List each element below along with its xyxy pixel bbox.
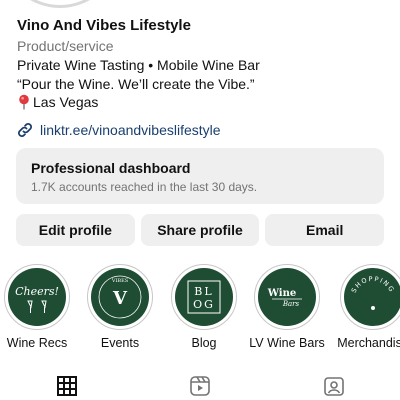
highlight-ring: VIBES V xyxy=(87,264,153,330)
tagged-icon xyxy=(324,377,344,396)
tab-reels[interactable] xyxy=(188,374,212,398)
highlight-label: LV Wine Bars xyxy=(249,336,325,350)
profile-bio: Vino And Vibes Lifestyle Product/service… xyxy=(17,16,387,112)
location-text: Las Vegas xyxy=(33,94,99,110)
dashboard-subtitle: 1.7K accounts reached in the last 30 day… xyxy=(31,180,258,194)
profile-avatar[interactable] xyxy=(0,0,120,8)
svg-text:BL: BL xyxy=(194,285,213,298)
link-icon xyxy=(18,123,32,137)
share-profile-button[interactable]: Share profile xyxy=(140,214,260,246)
profile-tab-bar xyxy=(0,372,400,400)
edit-profile-button[interactable]: Edit profile xyxy=(16,214,135,246)
link-text[interactable]: linktr.ee/vinoandvibeslifestyle xyxy=(40,121,221,139)
email-button[interactable]: Email xyxy=(265,214,385,246)
bio-tagline: “Pour the Wine. We’ll create the Vibe.” xyxy=(17,75,255,92)
grid-icon xyxy=(57,376,77,396)
highlight-label: Blog xyxy=(191,336,217,350)
dashboard-title: Professional dashboard xyxy=(31,160,191,176)
highlight-cover: Cheers! xyxy=(8,268,66,326)
svg-text:Bars: Bars xyxy=(282,300,300,308)
highlight-ring: SHOPPING xyxy=(340,264,400,330)
svg-text:SHOPPING: SHOPPING xyxy=(350,275,397,294)
professional-dashboard[interactable]: Professional dashboard 1.7K accounts rea… xyxy=(16,148,384,204)
highlight-lv-wine-bars[interactable]: Wine Bars LV Wine Bars xyxy=(247,264,327,351)
highlight-label: Events xyxy=(100,336,140,350)
vibes-logo-icon: VIBES V xyxy=(98,275,142,319)
profile-category: Product/service xyxy=(17,38,114,54)
reels-icon xyxy=(190,376,210,396)
highlight-ring: BL OG xyxy=(171,264,237,330)
bio-location: Las Vegas xyxy=(17,93,387,112)
highlight-label: Wine Recs xyxy=(6,336,68,350)
story-highlights: Cheers! Wine Recs VIBES V Events BL OG B… xyxy=(0,264,400,354)
highlight-cover: SHOPPING xyxy=(344,268,400,326)
svg-text:OG: OG xyxy=(193,298,215,311)
profile-name: Vino And Vibes Lifestyle xyxy=(17,17,191,34)
wine-bars-cover-icon: Wine Bars xyxy=(267,288,302,308)
blog-cover-icon: BL OG xyxy=(187,280,221,314)
highlight-blog[interactable]: BL OG Blog xyxy=(164,264,244,351)
highlight-events[interactable]: VIBES V Events xyxy=(80,264,160,351)
shopping-cover-icon: SHOPPING xyxy=(350,275,397,310)
highlight-ring: Wine Bars xyxy=(254,264,320,330)
highlight-wine-recs[interactable]: Cheers! Wine Recs xyxy=(0,264,77,351)
cover-ring-text: VIBES xyxy=(111,278,129,284)
profile-actions: Edit profile Share profile Email xyxy=(16,214,385,246)
tab-posts-grid[interactable] xyxy=(55,374,79,398)
highlight-cover: Wine Bars xyxy=(258,268,316,326)
highlight-ring: Cheers! xyxy=(4,264,70,330)
highlight-cover: BL OG xyxy=(175,268,233,326)
tab-tagged[interactable] xyxy=(322,374,346,398)
bio-line: Private Wine Tasting • Mobile Wine Bar xyxy=(17,57,260,73)
cover-text: Cheers! xyxy=(15,285,59,298)
cheers-glasses-icon: Cheers! xyxy=(15,285,59,313)
location-pin-icon xyxy=(19,94,29,110)
highlight-label: Merchandise xyxy=(337,336,400,350)
highlight-merchandise[interactable]: SHOPPING Merchandise xyxy=(330,264,400,351)
svg-text:Wine: Wine xyxy=(267,288,297,299)
profile-link[interactable]: linktr.ee/vinoandvibeslifestyle xyxy=(16,121,221,139)
cover-text: V xyxy=(112,288,128,309)
highlight-cover: VIBES V xyxy=(91,268,149,326)
